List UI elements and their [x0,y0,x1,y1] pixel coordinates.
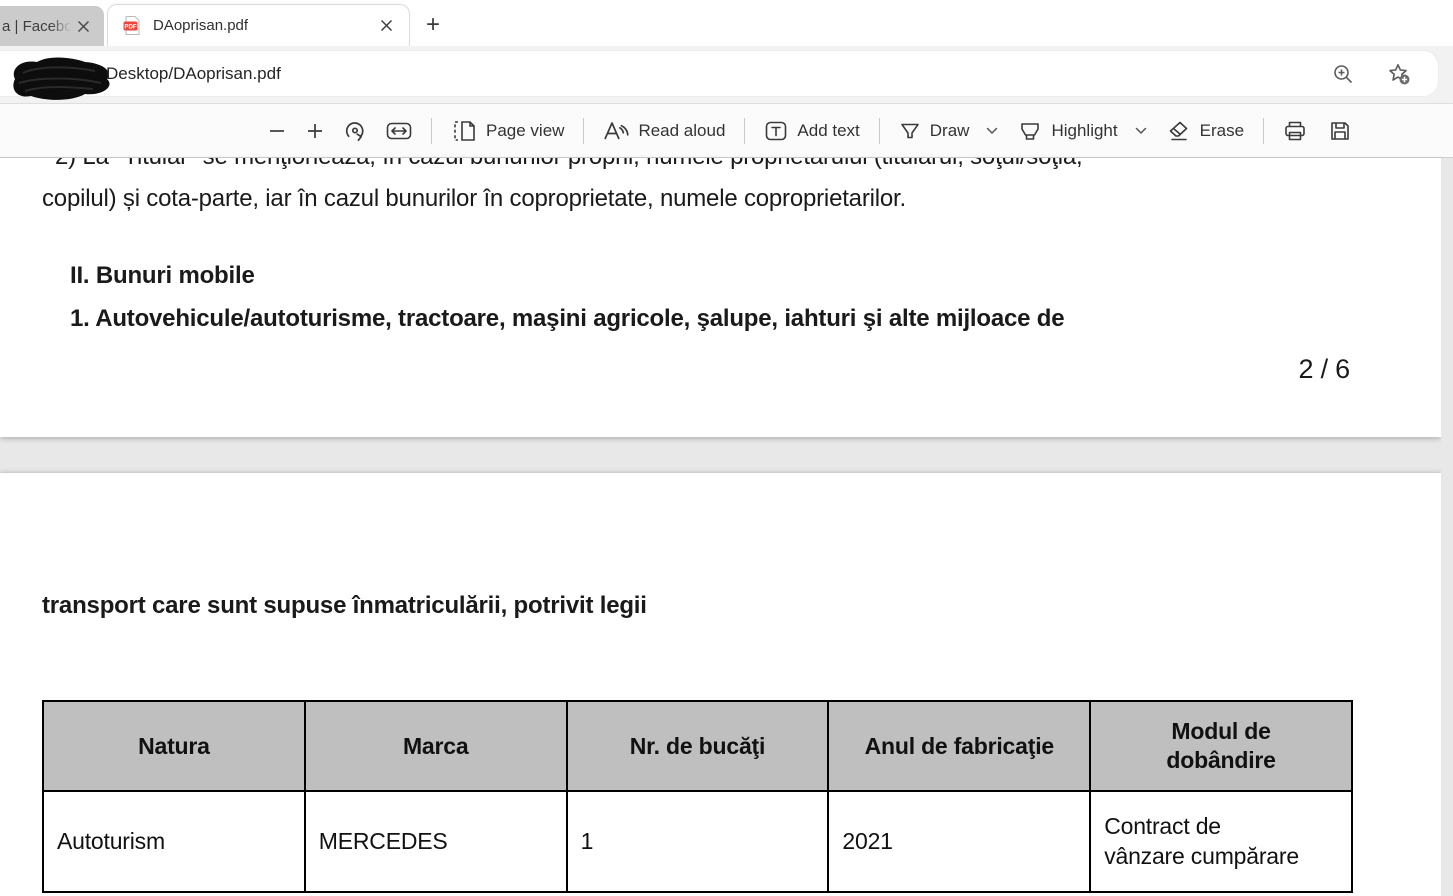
save-button[interactable] [1319,113,1361,149]
zoom-page-icon[interactable] [1328,59,1358,89]
rotate-button[interactable] [334,113,376,149]
pdf-page-3: transport care sunt supuse înmatriculări… [0,473,1441,896]
cell-anul-fabricatie: 2021 [828,791,1090,892]
add-favorite-star-icon[interactable] [1384,59,1414,89]
page-number: 2 / 6 [1298,354,1350,385]
tab-pdf-close-icon[interactable] [373,13,399,39]
tab-strip: a | Faceboo PDF DAoprisan.pdf + [0,0,1453,46]
table-header-row: Natura Marca Nr. de bucăţi Anul de fabri… [43,701,1352,791]
header-nr-bucati: Nr. de bucăţi [567,701,829,791]
tab-facebook-label: a | Faceboo [2,18,71,35]
tab-facebook-close-icon[interactable] [71,13,96,39]
header-anul-fabricatie: Anul de fabricaţie [828,701,1090,791]
pdf-viewport[interactable]: 2) La "Titular" se menţionează, în cazul… [0,158,1453,896]
item-heading: 1. Autovehicule/autoturisme, tractoare, … [70,305,1064,333]
new-tab-button[interactable]: + [418,10,448,40]
address-bar-actions [1328,51,1414,96]
draw-label: Draw [930,121,970,141]
vehicles-table: Natura Marca Nr. de bucăţi Anul de fabri… [42,700,1353,893]
redacted-path-scribble [5,53,117,105]
paragraph-line: copilul) și cota-parte, iar în cazul bun… [42,185,906,213]
draw-button[interactable]: Draw [889,113,1009,149]
highlight-label: Highlight [1051,121,1117,141]
table-row: Autoturism MERCEDES 1 2021 Contract de v… [43,791,1352,892]
tab-pdf-label: DAoprisan.pdf [153,17,373,34]
header-modul-dobandire: Modul de dobândire [1090,701,1352,791]
url-text[interactable]: Desktop/DAoprisan.pdf [106,51,281,96]
continuation-heading: transport care sunt supuse înmatriculări… [42,592,647,620]
fit-to-width-button[interactable] [376,113,422,149]
tab-pdf[interactable]: PDF DAoprisan.pdf [107,4,410,46]
toolbar-separator [1263,118,1264,144]
zoom-out-button[interactable] [258,113,296,149]
print-button[interactable] [1273,113,1317,149]
address-input[interactable]: Desktop/DAoprisan.pdf [0,50,1439,97]
add-text-button[interactable]: Add text [754,113,869,149]
header-marca: Marca [305,701,567,791]
pdf-page-2: 2) La "Titular" se menţionează, în cazul… [0,158,1441,437]
header-natura: Natura [43,701,305,791]
cell-nr-bucati: 1 [567,791,829,892]
tab-facebook[interactable]: a | Faceboo [0,6,104,46]
clipped-text-line: 2) La "Titular" se menţionează, în cazul… [55,158,1345,171]
draw-chevron-down-icon[interactable] [986,127,998,135]
toolbar-separator [583,118,584,144]
pdf-file-icon: PDF [122,15,143,36]
pdf-toolbar: Page view Read aloud Add text Draw [0,104,1453,158]
page-view-label: Page view [486,121,564,141]
section-heading: II. Bunuri mobile [70,262,255,290]
zoom-in-button[interactable] [296,113,334,149]
toolbar-separator [431,118,432,144]
read-aloud-label: Read aloud [638,121,725,141]
browser-window: a | Faceboo PDF DAoprisan.pdf + [0,0,1453,896]
erase-button[interactable]: Erase [1157,113,1254,149]
address-bar-row: Desktop/DAoprisan.pdf [0,46,1453,104]
erase-label: Erase [1200,121,1244,141]
highlight-chevron-down-icon[interactable] [1135,127,1147,135]
cell-marca: MERCEDES [305,791,567,892]
toolbar-separator [879,118,880,144]
svg-text:PDF: PDF [124,24,137,31]
read-aloud-button[interactable]: Read aloud [593,113,735,149]
toolbar-separator [744,118,745,144]
page-view-button[interactable]: Page view [441,113,574,149]
highlight-button[interactable]: Highlight [1008,113,1156,149]
cell-modul-dobandire: Contract de vânzare cumpărare [1090,791,1352,892]
viewport-right-gutter[interactable] [1441,158,1453,896]
cell-natura: Autoturism [43,791,305,892]
add-text-label: Add text [797,121,859,141]
